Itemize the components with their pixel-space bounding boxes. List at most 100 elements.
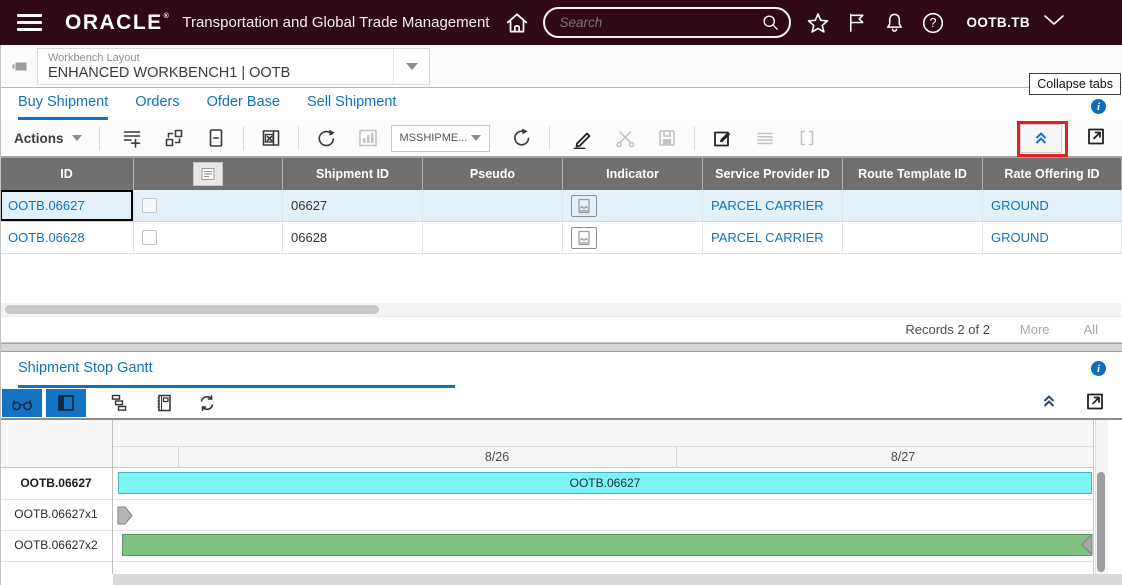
indicator-document-icon xyxy=(578,230,590,245)
col-header-route-template[interactable]: Route Template ID xyxy=(843,158,983,190)
gantt-bottom-strip xyxy=(113,574,1122,585)
cell-indicator xyxy=(563,222,703,253)
user-menu-chevron-down-icon[interactable] xyxy=(1042,13,1066,32)
workbench-layout-label: Workbench Layout xyxy=(48,52,140,64)
indicator-button[interactable] xyxy=(571,194,597,217)
toolbar-right-controls xyxy=(1020,123,1106,153)
reload-icon[interactable] xyxy=(512,128,532,148)
shipment-id-link[interactable]: OOTB.06628 xyxy=(8,230,85,245)
tab-shipment-stop-gantt[interactable]: Shipment Stop Gantt xyxy=(18,360,153,376)
hamburger-menu-icon[interactable] xyxy=(17,14,42,31)
tab-buy-shipment[interactable]: Buy Shipment xyxy=(18,88,109,120)
workbench-layout-selector[interactable]: Workbench Layout ENHANCED WORKBENCH1 | O… xyxy=(37,48,430,85)
collapse-gantt-button[interactable] xyxy=(1041,393,1057,414)
row-checkbox[interactable] xyxy=(142,198,157,213)
gantt-row-label[interactable]: OOTB.06627x2 xyxy=(0,530,112,561)
registered-mark: ® xyxy=(163,12,171,20)
col-header-pseudo[interactable]: Pseudo xyxy=(423,158,563,190)
col-header-select xyxy=(134,158,283,190)
vertical-scrollbar-thumb[interactable] xyxy=(1097,472,1105,572)
edit-pencil-icon[interactable] xyxy=(572,128,593,149)
gantt-end-marker[interactable] xyxy=(1081,533,1093,561)
workbench-dropdown-caret[interactable] xyxy=(393,49,429,84)
cut-scissors-icon xyxy=(615,128,635,148)
gantt-right-border xyxy=(1093,420,1094,574)
cell-route-template xyxy=(843,190,983,221)
cell-id[interactable]: OOTB.06627 xyxy=(0,190,134,221)
collapse-panel-button[interactable] xyxy=(1020,123,1062,153)
col-header-indicator[interactable]: Indicator xyxy=(563,158,703,190)
add-row-icon[interactable] xyxy=(122,128,142,148)
chart-icon xyxy=(358,128,378,148)
notifications-bell-icon[interactable] xyxy=(883,11,906,34)
remove-document-icon[interactable] xyxy=(206,128,226,148)
horizontal-scrollbar-thumb[interactable] xyxy=(5,305,379,314)
gantt-bar-shipment[interactable] xyxy=(122,534,1092,556)
glasses-icon xyxy=(12,400,32,411)
tab-order-base[interactable]: Ofder Base xyxy=(207,88,280,120)
col-header-shipment-id[interactable]: Shipment ID xyxy=(283,158,423,190)
cell-pseudo xyxy=(423,190,563,221)
tab-sell-shipment[interactable]: Sell Shipment xyxy=(307,88,396,120)
indicator-button[interactable] xyxy=(571,226,597,249)
gantt-row-gridline xyxy=(0,530,1093,531)
rate-offering-link[interactable]: GROUND xyxy=(991,198,1049,213)
help-icon[interactable]: ? xyxy=(921,11,945,35)
export-excel-icon[interactable] xyxy=(261,128,281,148)
panel-splitter[interactable] xyxy=(0,343,1122,352)
actions-menu-button[interactable]: Actions xyxy=(14,131,82,146)
gantt-row-label[interactable]: OOTB.06627 xyxy=(0,468,112,499)
records-pagination-bar: Records 2 of 2 More All xyxy=(0,316,1122,343)
search-icon[interactable] xyxy=(762,14,779,31)
col-header-rate-offering[interactable]: Rate Offering ID xyxy=(983,158,1122,190)
grid-menu-button[interactable] xyxy=(193,162,223,186)
cell-pseudo xyxy=(423,222,563,253)
user-menu-label[interactable]: OOTB.TB xyxy=(966,15,1030,30)
notebook-icon[interactable] xyxy=(154,393,174,413)
gantt-toolbar xyxy=(0,388,1122,418)
info-icon[interactable]: i xyxy=(1091,99,1106,114)
rate-offering-link[interactable]: GROUND xyxy=(991,230,1049,245)
tab-orders[interactable]: Orders xyxy=(135,88,179,120)
gantt-view-button[interactable] xyxy=(2,389,42,417)
table-row: OOTB.06627 06627 PARCEL CARRIER GROUND xyxy=(0,190,1122,222)
rotate-refresh-icon[interactable] xyxy=(316,128,336,148)
cell-rate-offering: GROUND xyxy=(983,190,1122,221)
gantt-bars-icon[interactable] xyxy=(110,393,130,413)
col-header-id[interactable]: ID xyxy=(0,158,134,190)
service-provider-link[interactable]: PARCEL CARRIER xyxy=(711,230,824,245)
gantt-milestone-marker[interactable] xyxy=(117,506,134,530)
actions-label: Actions xyxy=(14,130,64,146)
gantt-bar-shipment[interactable]: OOTB.06627 xyxy=(118,472,1092,494)
edit-in-box-icon[interactable] xyxy=(712,128,733,149)
gantt-panel-toggle-button[interactable] xyxy=(46,389,86,417)
side-panel-icon xyxy=(58,395,74,411)
more-link[interactable]: More xyxy=(1020,322,1050,337)
info-icon[interactable]: i xyxy=(1091,361,1106,376)
reorder-columns-icon[interactable] xyxy=(164,128,184,148)
all-link[interactable]: All xyxy=(1084,322,1098,337)
workbench-layout-value: ENHANCED WORKBENCH1 | OOTB xyxy=(48,65,291,81)
toolbar-separator xyxy=(297,126,299,150)
col-header-service-provider[interactable]: Service Provider ID xyxy=(703,158,843,190)
home-icon[interactable] xyxy=(504,10,530,36)
open-in-window-icon[interactable] xyxy=(1085,391,1105,416)
gantt-row-label[interactable]: OOTB.06627x1 xyxy=(0,499,112,530)
service-provider-link[interactable]: PARCEL CARRIER xyxy=(711,198,824,213)
row-checkbox[interactable] xyxy=(142,230,157,245)
flag-icon[interactable] xyxy=(845,11,868,34)
indicator-document-icon xyxy=(578,198,590,213)
gantt-panel-header: Shipment Stop Gantt i xyxy=(0,352,1122,388)
cell-route-template xyxy=(843,222,983,253)
search-input[interactable] xyxy=(559,15,763,30)
view-select[interactable]: MSSHIPME... xyxy=(390,124,490,152)
shipment-toolbar: Actions MSSHIPME... xyxy=(0,120,1122,158)
refresh-icon[interactable] xyxy=(198,394,216,412)
open-in-window-icon[interactable] xyxy=(1086,126,1106,151)
cell-id[interactable]: OOTB.06628 xyxy=(0,222,134,253)
shipment-id-link[interactable]: OOTB.06627 xyxy=(8,198,85,213)
horizontal-scrollbar[interactable] xyxy=(1,303,1121,316)
gantt-right-controls xyxy=(1041,391,1105,416)
gantt-label-column-border xyxy=(112,420,113,574)
favorites-star-icon[interactable] xyxy=(806,11,830,35)
